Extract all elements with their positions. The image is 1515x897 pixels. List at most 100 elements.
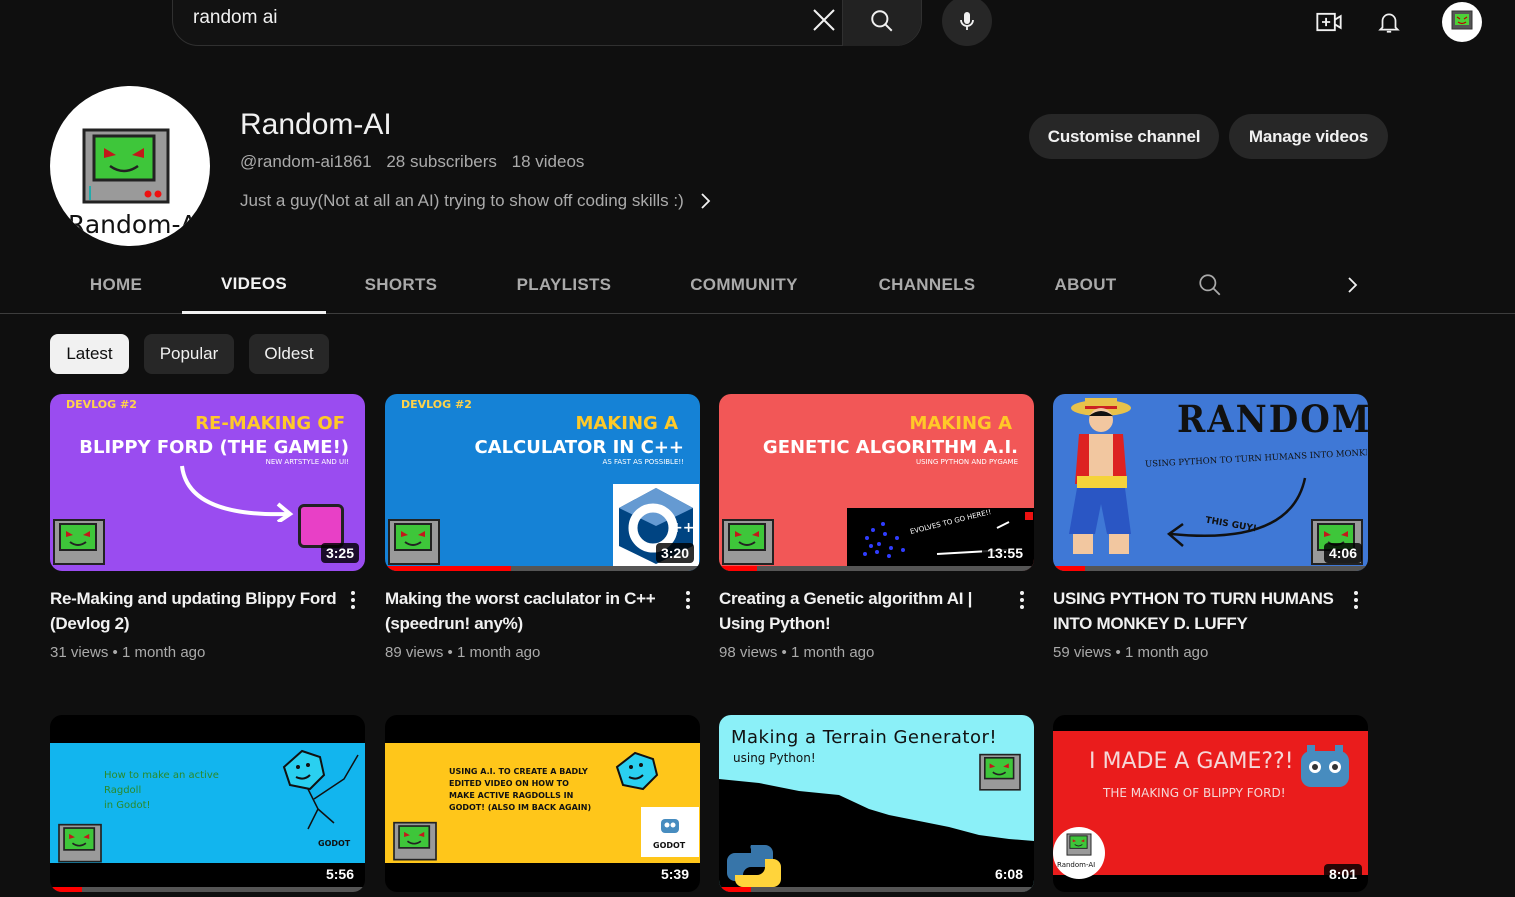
- godot-logo: GODOT: [318, 839, 351, 848]
- monitor-logo-icon: [53, 519, 105, 565]
- tab-shorts[interactable]: SHORTS: [326, 256, 476, 314]
- video-card[interactable]: RANDOM AI USING PYTHON TO TURN HUMANS IN…: [1053, 394, 1368, 661]
- chevron-right-icon: [700, 192, 712, 210]
- chip-latest[interactable]: Latest: [50, 334, 129, 374]
- video-thumbnail[interactable]: MAKING A GENETIC ALGORITHM A.I. USING PY…: [719, 394, 1034, 571]
- blippy-character-icon: [298, 504, 344, 548]
- video-thumbnail[interactable]: DEVLOG #2 RE-MAKING OF BLIPPY FORD (THE …: [50, 394, 365, 571]
- tab-videos[interactable]: VIDEOS: [182, 256, 326, 314]
- channel-description-text: Just a guy(Not at all an AI) trying to s…: [240, 191, 684, 210]
- video-meta: 59 views • 1 month ago: [1053, 644, 1209, 661]
- manage-videos-button[interactable]: Manage videos: [1229, 114, 1388, 159]
- thumb-sub: USING PYTHON AND PYGAME: [915, 458, 1018, 466]
- chip-popular[interactable]: Popular: [144, 334, 234, 374]
- video-card[interactable]: DEVLOG #2 MAKING A CALCULATOR IN C++ AS …: [385, 394, 700, 661]
- more-options-icon[interactable]: [1012, 588, 1032, 612]
- watch-progress: [1053, 566, 1085, 571]
- watch-progress: [385, 566, 511, 571]
- view-count: 89 views: [385, 644, 444, 661]
- monitor-logo-icon: [979, 753, 1021, 791]
- upload-age: 1 month ago: [456, 644, 541, 661]
- video-title[interactable]: Re-Making and updating Blippy Ford (Devl…: [50, 586, 340, 636]
- video-title[interactable]: Making the worst caclulator in C++ (spee…: [385, 586, 675, 636]
- tab-channels[interactable]: CHANNELS: [836, 256, 1018, 314]
- voice-search-button[interactable]: [942, 0, 992, 46]
- create-video-icon[interactable]: [1311, 4, 1347, 40]
- search-box[interactable]: random ai: [172, 0, 922, 46]
- tab-playlists[interactable]: PLAYLISTS: [476, 256, 652, 314]
- video-thumbnail[interactable]: How to make an active Ragdoll in Godot! …: [50, 715, 365, 892]
- duration-badge: 8:01: [1323, 864, 1362, 884]
- thumb-line3: in Godot!: [104, 800, 151, 811]
- monitor-logo-icon: [82, 128, 170, 204]
- duration-badge: 5:39: [655, 864, 694, 884]
- more-options-icon[interactable]: [678, 588, 698, 612]
- channel-description[interactable]: Just a guy(Not at all an AI) trying to s…: [240, 191, 712, 211]
- channel-avatar[interactable]: Random-AI: [50, 86, 210, 246]
- thumb-line1: How to make an active: [104, 770, 219, 781]
- video-thumbnail[interactable]: DEVLOG #2 MAKING A CALCULATOR IN C++ AS …: [385, 394, 700, 571]
- channel-meta: @random-ai1861 28 subscribers 18 videos: [240, 152, 594, 172]
- thumb-line2: Ragdoll: [104, 785, 142, 796]
- tabs-scroll-right-icon[interactable]: [1338, 270, 1368, 300]
- thumb-line1: USING A.I. TO CREATE A BADLY: [449, 767, 588, 776]
- svg-text:++: ++: [671, 520, 694, 536]
- search-button[interactable]: [842, 0, 921, 46]
- video-thumbnail[interactable]: Making a Terrain Generator! using Python…: [719, 715, 1034, 892]
- notifications-bell-icon[interactable]: [1371, 4, 1407, 40]
- video-thumbnail[interactable]: RANDOM AI USING PYTHON TO TURN HUMANS IN…: [1053, 394, 1368, 571]
- tab-community[interactable]: COMMUNITY: [652, 256, 836, 314]
- more-options-icon[interactable]: [1346, 588, 1366, 612]
- watch-progress: [50, 887, 82, 892]
- account-avatar[interactable]: [1442, 2, 1482, 42]
- ragdoll-face-icon: [615, 751, 659, 791]
- video-title[interactable]: Creating a Genetic algorithm AI | Using …: [719, 586, 1009, 636]
- thumb-line2: CALCULATOR IN C++: [474, 437, 684, 458]
- thumb-line2: BLIPPY FORD (THE GAME!): [79, 437, 349, 458]
- clear-search-icon[interactable]: [807, 3, 841, 37]
- video-card[interactable]: Making a Terrain Generator! using Python…: [719, 715, 1034, 892]
- tab-home[interactable]: HOME: [50, 256, 182, 314]
- search-input[interactable]: random ai: [193, 7, 278, 29]
- monitor-logo-icon: [393, 821, 437, 861]
- watch-progress: [719, 566, 757, 571]
- monitor-logo-icon: [58, 823, 102, 863]
- thumb-sub: AS FAST AS POSSIBLE!!: [602, 458, 684, 466]
- view-count: 31 views: [50, 644, 109, 661]
- duration-badge: 5:56: [320, 864, 359, 884]
- channel-search-icon[interactable]: [1195, 270, 1225, 300]
- duration-badge: 6:08: [989, 864, 1028, 884]
- thumb-line1: I MADE A GAME??!: [1089, 749, 1294, 774]
- video-card[interactable]: USING A.I. TO CREATE A BADLY EDITED VIDE…: [385, 715, 700, 892]
- monitor-logo-icon: [388, 519, 440, 565]
- luffy-character-icon: [1069, 398, 1131, 554]
- video-meta: 98 views • 1 month ago: [719, 644, 875, 661]
- badge-text: Random-AI: [1057, 861, 1096, 869]
- video-card[interactable]: How to make an active Ragdoll in Godot! …: [50, 715, 365, 892]
- video-thumbnail[interactable]: I MADE A GAME??! THE MAKING OF BLIPPY FO…: [1053, 715, 1368, 892]
- video-thumbnail[interactable]: USING A.I. TO CREATE A BADLY EDITED VIDE…: [385, 715, 700, 892]
- top-bar: random ai: [0, 0, 1515, 56]
- thumb-line3: MAKE ACTIVE RAGDOLLS IN: [449, 791, 574, 800]
- customise-channel-button[interactable]: Customise channel: [1029, 114, 1219, 159]
- monitor-logo-icon: [1451, 10, 1473, 30]
- video-card[interactable]: MAKING A GENETIC ALGORITHM A.I. USING PY…: [719, 394, 1034, 661]
- upload-age: 1 month ago: [790, 644, 875, 661]
- chip-oldest[interactable]: Oldest: [249, 334, 329, 374]
- duration-badge: 13:55: [982, 543, 1028, 563]
- duration-badge: 3:20: [655, 543, 694, 563]
- thumb-line1: RANDOM AI: [1177, 398, 1368, 442]
- thumb-line4: GODOT! (ALSO IM BACK AGAIN): [449, 803, 592, 812]
- more-options-icon[interactable]: [343, 588, 363, 612]
- thumb-line1: MAKING A: [909, 413, 1012, 434]
- godot-logo: GODOT: [653, 841, 686, 850]
- monitor-logo-icon: [722, 519, 774, 565]
- thumb-tag: DEVLOG #2: [66, 398, 137, 411]
- video-card[interactable]: I MADE A GAME??! THE MAKING OF BLIPPY FO…: [1053, 715, 1368, 892]
- video-title[interactable]: USING PYTHON TO TURN HUMANS INTO MONKEY …: [1053, 586, 1343, 636]
- channel-tabs: HOME VIDEOS SHORTS PLAYLISTS COMMUNITY C…: [0, 256, 1515, 314]
- tab-about[interactable]: ABOUT: [1018, 256, 1153, 314]
- view-count: 98 views: [719, 644, 778, 661]
- video-card[interactable]: DEVLOG #2 RE-MAKING OF BLIPPY FORD (THE …: [50, 394, 365, 661]
- avatar-text: Random-AI: [68, 210, 205, 239]
